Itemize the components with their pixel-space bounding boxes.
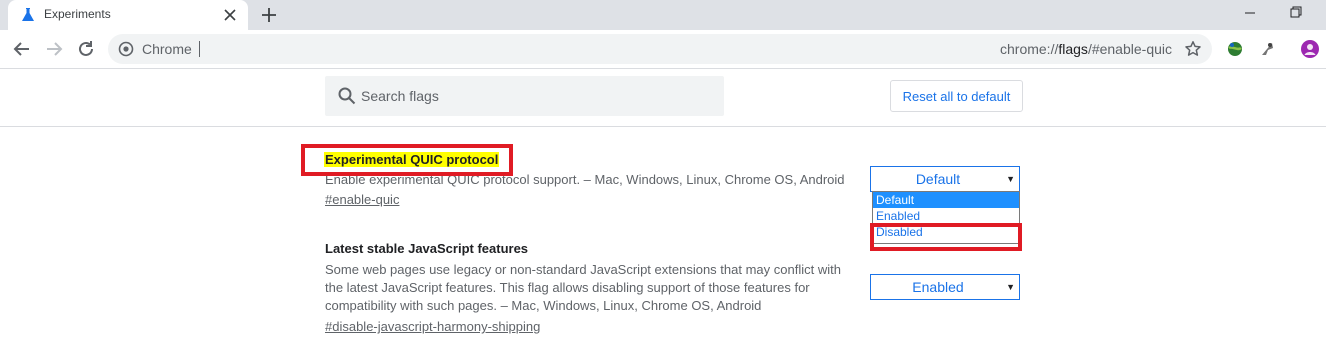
search-input[interactable] [361, 76, 711, 116]
flag-description: Some web pages use legacy or non-standar… [325, 261, 841, 315]
flag-anchor-link[interactable]: #enable-quic [325, 192, 399, 207]
tab-strip: Experiments [0, 0, 1326, 30]
flag-state-select[interactable]: Enabled ▼ [870, 274, 1020, 300]
profile-avatar-icon[interactable] [1300, 39, 1320, 59]
extension-puzzle-icon[interactable] [1257, 39, 1277, 59]
plus-icon[interactable] [259, 5, 279, 25]
select-value: Default [915, 171, 961, 187]
flags-header: Reset all to default [0, 69, 1326, 127]
close-icon[interactable] [220, 5, 240, 25]
select-option-enabled[interactable]: Enabled [873, 208, 1019, 224]
reset-all-button[interactable]: Reset all to default [890, 80, 1023, 112]
flag-anchor-link[interactable]: #disable-javascript-harmony-shipping [325, 319, 540, 334]
url-main: flags [1058, 41, 1088, 57]
site-chip-label: Chrome [142, 41, 192, 57]
chrome-icon [118, 41, 134, 57]
annotation-box [301, 144, 513, 176]
flask-icon [22, 8, 34, 21]
flag-title: Latest stable JavaScript features [325, 241, 529, 256]
url-suffix: /#enable-quic [1087, 41, 1172, 57]
flag-description-line: compatibility with such pages. – Mac, Wi… [325, 298, 762, 313]
reload-icon[interactable] [75, 38, 97, 60]
dropdown-arrow-icon: ▼ [1006, 282, 1015, 292]
flag-description-line: Some web pages use legacy or non-standar… [325, 262, 841, 277]
select-value: Enabled [912, 279, 964, 295]
tab-title: Experiments [44, 7, 111, 21]
star-icon[interactable] [1184, 40, 1202, 58]
select-option-default[interactable]: Default [873, 192, 1019, 208]
address-bar[interactable]: Chrome chrome://flags/#enable-quic [108, 34, 1212, 64]
browser-toolbar: Chrome chrome://flags/#enable-quic [0, 30, 1326, 69]
forward-arrow-icon[interactable] [43, 38, 65, 60]
omnibox-separator [199, 41, 200, 57]
url-prefix: chrome:// [1000, 41, 1059, 57]
dropdown-arrow-icon: ▼ [1006, 174, 1015, 184]
search-box[interactable] [325, 76, 724, 116]
search-icon [338, 87, 356, 105]
restore-icon[interactable] [1284, 2, 1308, 22]
annotation-box [870, 223, 1022, 251]
flag-state-select[interactable]: Default ▼ [870, 166, 1020, 192]
extension-globe-icon[interactable] [1225, 39, 1245, 59]
back-arrow-icon[interactable] [11, 38, 33, 60]
url-text: chrome://flags/#enable-quic [1000, 41, 1172, 57]
tab-experiments[interactable]: Experiments [8, 0, 248, 30]
flag-description-line: the latest JavaScript features. This fla… [325, 280, 810, 295]
minimize-icon[interactable] [1238, 2, 1262, 22]
